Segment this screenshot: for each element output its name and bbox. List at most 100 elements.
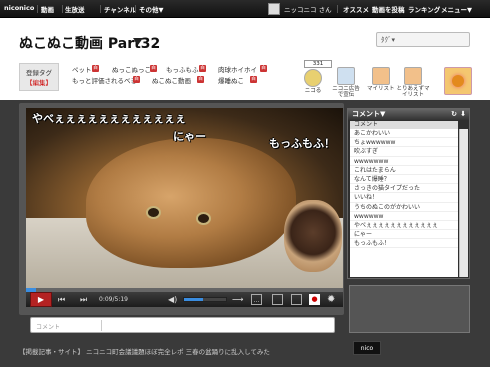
megaphone-icon	[337, 67, 355, 85]
comment-column-header[interactable]: コメント	[350, 121, 458, 129]
video-paw	[284, 200, 342, 272]
tag-link[interactable]: 爆睡ぬこ	[218, 75, 244, 85]
nico-badge-icon[interactable]: nico	[353, 341, 381, 355]
volume-icon[interactable]: ◀)	[168, 294, 177, 305]
comment-row[interactable]: やべぇぇぇぇぇぇぇぇぇぇぇぇ	[350, 221, 458, 231]
nav-separator	[62, 5, 63, 13]
search-input[interactable]: ﾀｸﾞ▾	[376, 32, 470, 47]
top-nav-bar: niconico 動画 生放送 チャンネル その他▼ ニッコニコ さん オススメ…	[0, 0, 490, 18]
nicoru-count: 331	[304, 60, 332, 68]
tag-link[interactable]: もっと評価されるべき	[72, 75, 137, 85]
fullscreen-icon[interactable]	[291, 294, 302, 305]
comment-toggle-icon[interactable]: …	[251, 294, 262, 305]
gear-icon[interactable]: ✹	[327, 294, 335, 305]
comment-panel-title[interactable]: コメント▼	[352, 110, 385, 118]
mylist-label: マイリスト	[367, 86, 395, 92]
video-header: ぬこぬこ動画 Part32 ﾀｸﾞ▾ 登録タグ 【編集】 ペット 百 ぬっこぬっ…	[0, 18, 490, 100]
time-display: 0:09/5:19	[99, 296, 128, 303]
comment-row[interactable]: もっふもふ！	[350, 239, 458, 249]
comment-panel-header[interactable]: コメント▼ ↻ ⬇	[348, 109, 469, 120]
tag-link[interactable]: ぬっこぬっこ	[112, 64, 151, 74]
next-icon[interactable]: ⏭	[80, 294, 87, 305]
nicoru-icon	[304, 69, 322, 87]
dictionary-icon[interactable]: 百	[250, 76, 257, 83]
volume-fill	[184, 298, 203, 301]
chevron-down-icon[interactable]	[133, 38, 143, 45]
folder-plus-icon	[371, 67, 390, 85]
nav-live[interactable]: 生放送	[65, 4, 85, 14]
nav-separator	[100, 5, 101, 13]
comment-row[interactable]: うちのぬこのがかわいい	[350, 203, 458, 212]
quick-mylist-button[interactable]: とりあえずマイリスト	[396, 67, 430, 98]
nav-ranking[interactable]: ランキング	[408, 4, 440, 14]
overlay-comment: もっふもふ！	[269, 137, 335, 150]
nav-niconico[interactable]: niconico	[4, 4, 34, 12]
edit-tags-button[interactable]: 登録タグ 【編集】	[19, 63, 59, 91]
comment-row[interactable]: wwwwww	[350, 212, 458, 221]
refresh-icon[interactable]: ↻	[451, 109, 457, 120]
download-icon[interactable]: ⬇	[460, 109, 466, 120]
video-screen[interactable]: やべぇぇぇぇぇぇぇぇぇぇぇぇ にゃー もっふもふ！	[26, 108, 343, 288]
tag-link[interactable]: もっふもふ	[166, 64, 199, 74]
comment-list[interactable]: あこかわいい ちょwwwwww 吹ぶすぎ wwwwwww これはたまらん なんて爆睡？ さっ…	[350, 129, 458, 277]
advertise-button[interactable]: ニコニ広告で宣伝	[330, 67, 362, 98]
dictionary-icon[interactable]: 百	[150, 65, 157, 72]
dictionary-icon[interactable]: 百	[199, 65, 206, 72]
comment-row[interactable]: いいね！	[350, 193, 458, 203]
japan-flag-icon[interactable]: ●	[309, 294, 320, 305]
search-type-label[interactable]: ﾀｸﾞ▾	[381, 35, 395, 45]
nav-separator	[135, 5, 136, 13]
comment-row[interactable]: なんて爆睡？	[350, 175, 458, 185]
nav-video[interactable]: 動画	[41, 4, 54, 14]
nicoru-label: ニコる	[304, 88, 322, 94]
quick-mylist-icon	[404, 67, 422, 85]
side-ad-area	[349, 285, 470, 333]
comment-row[interactable]: にゃー	[350, 230, 458, 240]
nav-separator	[337, 5, 338, 13]
nicoru-button[interactable]: ニコる	[304, 69, 322, 94]
nav-channel[interactable]: チャンネル	[104, 4, 136, 14]
comment-input[interactable]: コメント	[30, 317, 335, 333]
comment-scrollbar[interactable]	[459, 129, 468, 277]
dictionary-icon[interactable]: 百	[197, 76, 204, 83]
quick-mylist-label: とりあえずマイリスト	[396, 86, 430, 98]
avatar[interactable]	[268, 3, 280, 15]
overlay-comment: やべぇぇぇぇぇぇぇぇぇぇぇぇ	[32, 112, 186, 125]
tag-link[interactable]: 肉球ホイホイ	[218, 64, 257, 74]
tag-link[interactable]: ペット	[72, 64, 92, 74]
comment-row[interactable]: 吹ぶすぎ	[350, 147, 458, 157]
video-kitten-eye	[196, 212, 211, 225]
nav-more[interactable]: その他▼	[139, 4, 164, 14]
comment-row[interactable]: あこかわいい	[350, 129, 458, 139]
nav-upload[interactable]: 動画を投稿	[372, 4, 405, 14]
sun-icon[interactable]	[444, 67, 472, 95]
tag-edit-link[interactable]: 【編集】	[20, 78, 58, 88]
play-button[interactable]: ▶	[30, 292, 52, 307]
dictionary-icon[interactable]: 百	[133, 76, 140, 83]
article-link[interactable]: 【掲載記事・サイト】 ニコニコ町会議議題ほぼ完全レポ 三春の盆踊りに乱入してみた	[19, 346, 270, 356]
arrow-right-icon[interactable]: ⟶	[232, 294, 243, 305]
nav-recommend[interactable]: オススメ	[343, 4, 369, 14]
tag-label: 登録タグ	[26, 69, 52, 77]
user-name[interactable]: ニッコニコ さん	[284, 4, 332, 14]
comment-input-label: コメント	[36, 324, 61, 331]
dictionary-icon[interactable]: 百	[260, 65, 267, 72]
nav-separator	[37, 5, 38, 13]
comment-row[interactable]: さっきの猫タイプだった	[350, 184, 458, 194]
nav-menu[interactable]: メニュー▼	[441, 4, 472, 14]
dictionary-icon[interactable]: 百	[92, 65, 99, 72]
video-kitten	[86, 138, 296, 268]
video-kitten-eye	[146, 206, 161, 219]
advertise-label: ニコニ広告で宣伝	[332, 86, 360, 98]
tag-link[interactable]: ぬこぬこ動画	[152, 75, 191, 85]
overlay-comment: にゃー	[173, 130, 206, 143]
volume-slider[interactable]	[183, 297, 227, 302]
comment-row[interactable]: これはたまらん	[350, 166, 458, 175]
comment-row[interactable]: ちょwwwwww	[350, 138, 458, 148]
screen-mode-icon[interactable]	[272, 294, 283, 305]
mylist-button[interactable]: マイリスト	[367, 67, 395, 92]
prev-icon[interactable]: ⏮	[58, 294, 65, 305]
comment-panel: コメント▼ ↻ ⬇ コメント あこかわいい ちょwwwwww 吹ぶすぎ wwwwwww…	[347, 108, 470, 279]
comment-divider	[101, 320, 102, 331]
comment-row[interactable]: wwwwwww	[350, 157, 458, 166]
